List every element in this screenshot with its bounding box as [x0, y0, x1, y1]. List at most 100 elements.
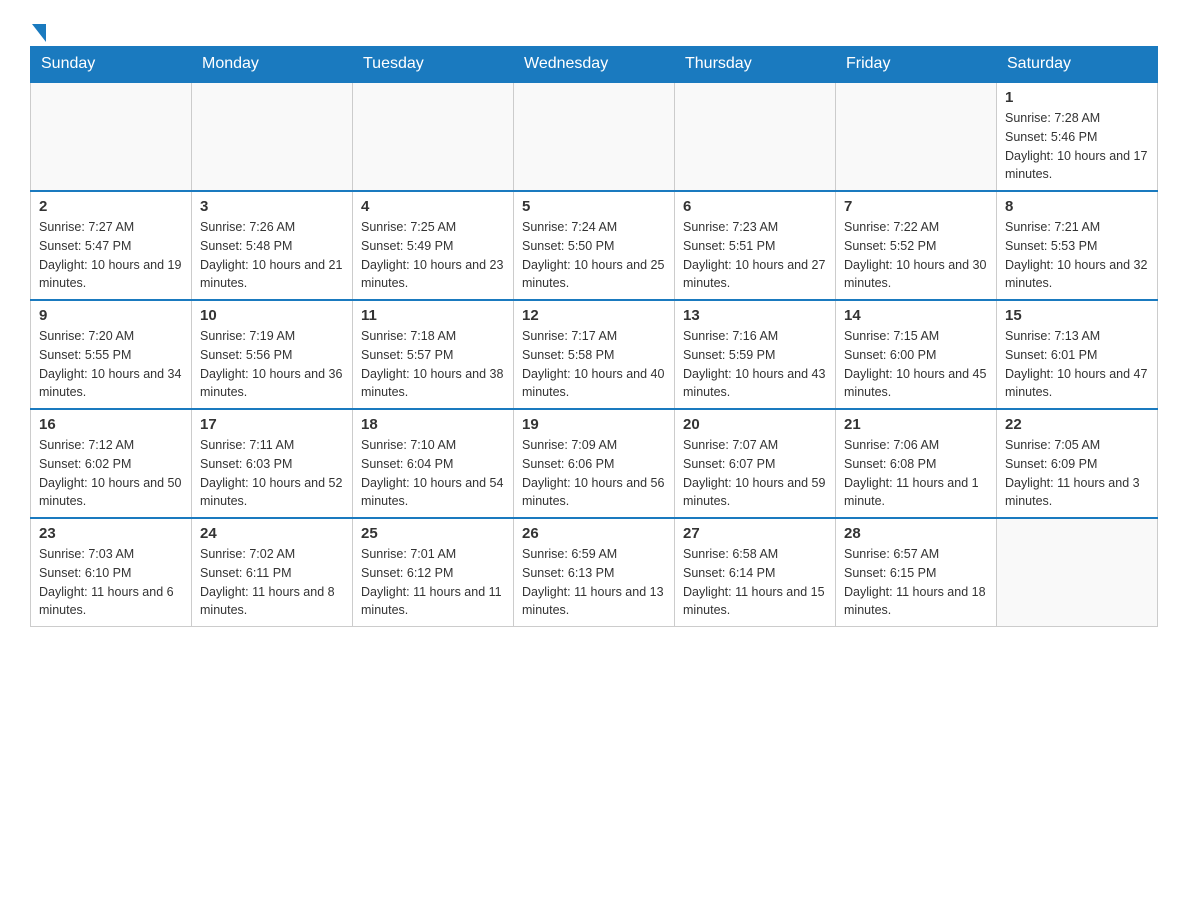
- calendar-cell: 21 Sunrise: 7:06 AMSunset: 6:08 PMDayligh…: [836, 409, 997, 518]
- calendar-cell: 22 Sunrise: 7:05 AMSunset: 6:09 PMDayligh…: [997, 409, 1158, 518]
- calendar-cell: 27 Sunrise: 6:58 AMSunset: 6:14 PMDayligh…: [675, 518, 836, 627]
- day-info: Sunrise: 7:01 AMSunset: 6:12 PMDaylight:…: [361, 545, 505, 620]
- day-info: Sunrise: 7:28 AMSunset: 5:46 PMDaylight:…: [1005, 109, 1149, 184]
- calendar-cell: 7 Sunrise: 7:22 AMSunset: 5:52 PMDaylight…: [836, 191, 997, 300]
- day-number: 18: [361, 416, 505, 433]
- day-number: 6: [683, 198, 827, 215]
- day-info: Sunrise: 7:16 AMSunset: 5:59 PMDaylight:…: [683, 327, 827, 402]
- calendar-table: SundayMondayTuesdayWednesdayThursdayFrid…: [30, 46, 1158, 627]
- day-number: 13: [683, 307, 827, 324]
- day-info: Sunrise: 7:23 AMSunset: 5:51 PMDaylight:…: [683, 218, 827, 293]
- day-info: Sunrise: 7:24 AMSunset: 5:50 PMDaylight:…: [522, 218, 666, 293]
- calendar-cell: [675, 82, 836, 191]
- day-info: Sunrise: 7:05 AMSunset: 6:09 PMDaylight:…: [1005, 436, 1149, 511]
- day-number: 28: [844, 525, 988, 542]
- day-info: Sunrise: 7:13 AMSunset: 6:01 PMDaylight:…: [1005, 327, 1149, 402]
- calendar-cell: 25 Sunrise: 7:01 AMSunset: 6:12 PMDayligh…: [353, 518, 514, 627]
- day-number: 8: [1005, 198, 1149, 215]
- day-number: 12: [522, 307, 666, 324]
- calendar-cell: 4 Sunrise: 7:25 AMSunset: 5:49 PMDaylight…: [353, 191, 514, 300]
- calendar-cell: [192, 82, 353, 191]
- calendar-cell: 8 Sunrise: 7:21 AMSunset: 5:53 PMDaylight…: [997, 191, 1158, 300]
- calendar-cell: 12 Sunrise: 7:17 AMSunset: 5:58 PMDayligh…: [514, 300, 675, 409]
- calendar-cell: 3 Sunrise: 7:26 AMSunset: 5:48 PMDaylight…: [192, 191, 353, 300]
- page-header: [30, 20, 1158, 36]
- day-info: Sunrise: 7:09 AMSunset: 6:06 PMDaylight:…: [522, 436, 666, 511]
- day-number: 25: [361, 525, 505, 542]
- day-number: 15: [1005, 307, 1149, 324]
- calendar-cell: 17Sunrise: 7:11 AMSunset: 6:03 PMDayligh…: [192, 409, 353, 518]
- calendar-cell: 2 Sunrise: 7:27 AMSunset: 5:47 PMDaylight…: [31, 191, 192, 300]
- day-number: 21: [844, 416, 988, 433]
- calendar-week-row: 2 Sunrise: 7:27 AMSunset: 5:47 PMDaylight…: [31, 191, 1158, 300]
- day-info: Sunrise: 7:21 AMSunset: 5:53 PMDaylight:…: [1005, 218, 1149, 293]
- day-info: Sunrise: 7:22 AMSunset: 5:52 PMDaylight:…: [844, 218, 988, 293]
- day-number: 14: [844, 307, 988, 324]
- calendar-cell: 15 Sunrise: 7:13 AMSunset: 6:01 PMDayligh…: [997, 300, 1158, 409]
- day-info: Sunrise: 7:03 AMSunset: 6:10 PMDaylight:…: [39, 545, 183, 620]
- calendar-cell: [836, 82, 997, 191]
- day-info: Sunrise: 7:07 AMSunset: 6:07 PMDaylight:…: [683, 436, 827, 511]
- day-info: Sunrise: 6:57 AMSunset: 6:15 PMDaylight:…: [844, 545, 988, 620]
- day-info: Sunrise: 7:02 AMSunset: 6:11 PMDaylight:…: [200, 545, 344, 620]
- weekday-header-saturday: Saturday: [997, 47, 1158, 83]
- calendar-cell: 26 Sunrise: 6:59 AMSunset: 6:13 PMDayligh…: [514, 518, 675, 627]
- day-number: 20: [683, 416, 827, 433]
- calendar-cell: 18Sunrise: 7:10 AMSunset: 6:04 PMDayligh…: [353, 409, 514, 518]
- day-info: Sunrise: 6:58 AMSunset: 6:14 PMDaylight:…: [683, 545, 827, 620]
- day-number: 9: [39, 307, 183, 324]
- day-info: Sunrise: 7:25 AMSunset: 5:49 PMDaylight:…: [361, 218, 505, 293]
- calendar-cell: 10 Sunrise: 7:19 AMSunset: 5:56 PMDayligh…: [192, 300, 353, 409]
- day-info: Sunrise: 7:19 AMSunset: 5:56 PMDaylight:…: [200, 327, 344, 402]
- day-info: Sunrise: 7:20 AMSunset: 5:55 PMDaylight:…: [39, 327, 183, 402]
- calendar-cell: 28 Sunrise: 6:57 AMSunset: 6:15 PMDayligh…: [836, 518, 997, 627]
- day-info: Sunrise: 7:15 AMSunset: 6:00 PMDaylight:…: [844, 327, 988, 402]
- day-number: 16: [39, 416, 183, 433]
- day-number: 24: [200, 525, 344, 542]
- day-info: Sunrise: 7:11 AMSunset: 6:03 PMDaylight:…: [200, 436, 344, 511]
- weekday-header-sunday: Sunday: [31, 47, 192, 83]
- calendar-header-row: SundayMondayTuesdayWednesdayThursdayFrid…: [31, 47, 1158, 83]
- weekday-header-friday: Friday: [836, 47, 997, 83]
- calendar-cell: 6 Sunrise: 7:23 AMSunset: 5:51 PMDaylight…: [675, 191, 836, 300]
- calendar-cell: 23 Sunrise: 7:03 AMSunset: 6:10 PMDayligh…: [31, 518, 192, 627]
- day-number: 3: [200, 198, 344, 215]
- logo-arrow-icon: [32, 24, 46, 42]
- day-info: Sunrise: 6:59 AMSunset: 6:13 PMDaylight:…: [522, 545, 666, 620]
- weekday-header-tuesday: Tuesday: [353, 47, 514, 83]
- day-number: 10: [200, 307, 344, 324]
- calendar-cell: 19 Sunrise: 7:09 AMSunset: 6:06 PMDayligh…: [514, 409, 675, 518]
- day-number: 22: [1005, 416, 1149, 433]
- day-number: 19: [522, 416, 666, 433]
- calendar-cell: [353, 82, 514, 191]
- calendar-cell: 5 Sunrise: 7:24 AMSunset: 5:50 PMDaylight…: [514, 191, 675, 300]
- day-number: 26: [522, 525, 666, 542]
- day-number: 2: [39, 198, 183, 215]
- day-info: Sunrise: 7:27 AMSunset: 5:47 PMDaylight:…: [39, 218, 183, 293]
- calendar-cell: 24 Sunrise: 7:02 AMSunset: 6:11 PMDayligh…: [192, 518, 353, 627]
- weekday-header-thursday: Thursday: [675, 47, 836, 83]
- calendar-cell: 9 Sunrise: 7:20 AMSunset: 5:55 PMDaylight…: [31, 300, 192, 409]
- calendar-cell: 14 Sunrise: 7:15 AMSunset: 6:00 PMDayligh…: [836, 300, 997, 409]
- day-info: Sunrise: 7:06 AMSunset: 6:08 PMDaylight:…: [844, 436, 988, 511]
- calendar-week-row: 1Sunrise: 7:28 AMSunset: 5:46 PMDaylight…: [31, 82, 1158, 191]
- day-number: 27: [683, 525, 827, 542]
- calendar-week-row: 23 Sunrise: 7:03 AMSunset: 6:10 PMDayligh…: [31, 518, 1158, 627]
- calendar-cell: [31, 82, 192, 191]
- logo-top: [30, 20, 46, 42]
- logo: [30, 20, 46, 36]
- day-info: Sunrise: 7:18 AMSunset: 5:57 PMDaylight:…: [361, 327, 505, 402]
- day-number: 11: [361, 307, 505, 324]
- weekday-header-wednesday: Wednesday: [514, 47, 675, 83]
- day-number: 4: [361, 198, 505, 215]
- day-number: 7: [844, 198, 988, 215]
- calendar-cell: [997, 518, 1158, 627]
- calendar-cell: 20 Sunrise: 7:07 AMSunset: 6:07 PMDayligh…: [675, 409, 836, 518]
- day-number: 23: [39, 525, 183, 542]
- day-info: Sunrise: 7:17 AMSunset: 5:58 PMDaylight:…: [522, 327, 666, 402]
- day-info: Sunrise: 7:12 AMSunset: 6:02 PMDaylight:…: [39, 436, 183, 511]
- day-info: Sunrise: 7:26 AMSunset: 5:48 PMDaylight:…: [200, 218, 344, 293]
- calendar-cell: 13 Sunrise: 7:16 AMSunset: 5:59 PMDayligh…: [675, 300, 836, 409]
- calendar-cell: 11 Sunrise: 7:18 AMSunset: 5:57 PMDayligh…: [353, 300, 514, 409]
- day-number: 5: [522, 198, 666, 215]
